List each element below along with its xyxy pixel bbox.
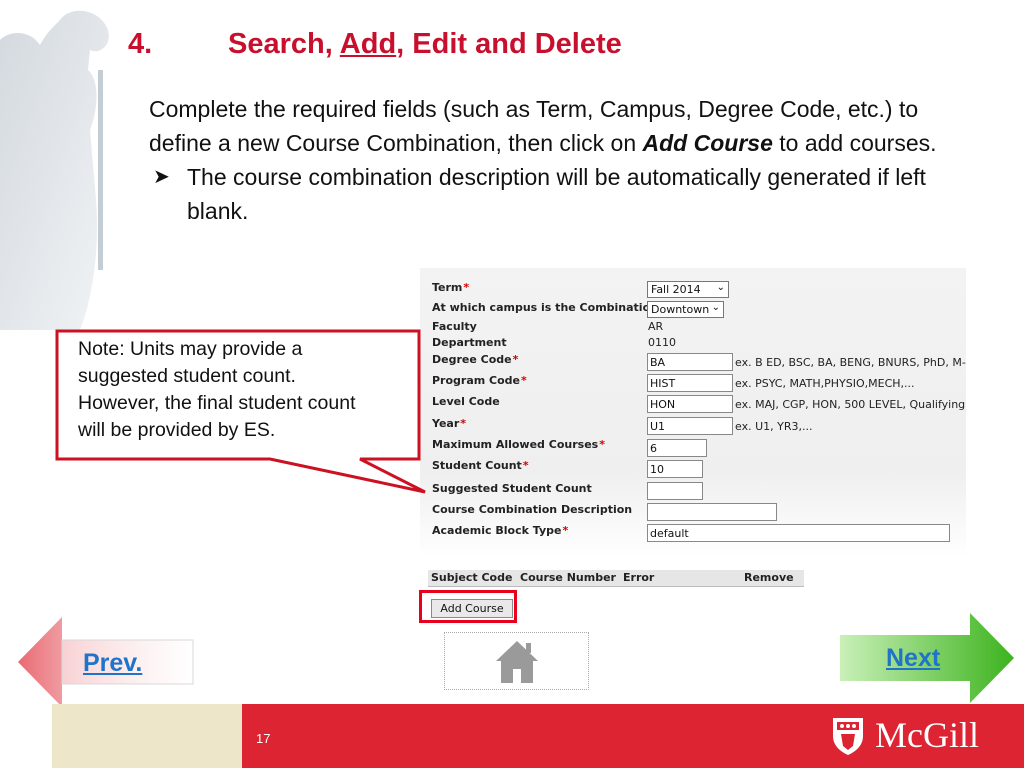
chevron-down-icon: ⌄ [711,302,720,313]
campus-label: At which campus is the Combination?* [432,301,671,314]
note-text: Note: Units may provide a suggested stud… [78,336,413,444]
year-example: ex. U1, YR3,... [735,420,813,433]
term-select[interactable]: Fall 2014 ⌄ [647,281,729,298]
statue-decoration [0,10,109,330]
block-type-label: Academic Block Type* [432,524,569,537]
col-remove: Remove [744,571,794,584]
next-link[interactable]: Next [886,644,940,673]
level-code-example: ex. MAJ, CGP, HON, 500 LEVEL, Qualifying… [735,398,966,411]
note-line: Note: Units may provide a [78,338,303,360]
block-type-input[interactable]: default [647,524,950,542]
col-course-number: Course Number [520,571,616,584]
instructions: Complete the required fields (such as Te… [149,92,979,228]
add-course-button[interactable]: Add Course [431,599,513,618]
add-course-highlight: Add Course [419,590,517,623]
level-code-input[interactable]: HON [647,395,733,413]
bullet-text: The course combination description will … [187,164,926,224]
description-label: Course Combination Description [432,503,633,516]
suggested-count-label: Suggested Student Count [432,482,592,495]
bullet-item: ➤ The course combination description wil… [149,160,979,228]
faculty-value: AR [648,320,664,333]
program-code-example: ex. PSYC, MATH,PHYSIO,MECH,... [735,377,915,390]
program-code-input[interactable]: HIST [647,374,733,392]
student-count-input[interactable]: 10 [647,460,703,478]
add-course-emphasis: Add Course [642,130,773,156]
course-table-header: Subject Code Course Number Error Remove [428,570,804,587]
instruction-line-end: to add courses. [772,130,937,156]
note-line: suggested student count. [78,365,296,387]
max-courses-input[interactable]: 6 [647,439,707,457]
prev-link[interactable]: Prev. [83,649,142,678]
suggested-count-input[interactable] [647,482,703,500]
col-error: Error [623,571,655,584]
year-label: Year* [432,417,467,430]
home-icon [496,641,538,683]
mcgill-crest-icon [833,718,863,755]
note-line: will be provided by ES. [78,419,276,441]
degree-code-label: Degree Code* [432,353,519,366]
term-label: Term* [432,281,470,294]
col-subject-code: Subject Code [431,571,513,584]
campus-select[interactable]: Downtown ⌄ [647,301,724,318]
max-courses-label: Maximum Allowed Courses* [432,438,605,451]
heading-text-after: , Edit and Delete [396,28,622,60]
mcgill-wordmark: McGill [875,715,979,755]
heading-number: 4. [128,28,153,60]
faculty-label: Faculty [432,320,477,333]
student-count-label: Student Count* [432,459,529,472]
home-button[interactable] [444,632,589,690]
degree-code-input[interactable]: BA [647,353,733,371]
heading-text-before: Search, [228,28,340,60]
level-code-label: Level Code [432,395,500,408]
heading-text-add: Add [339,28,397,60]
slide-heading: 4. Search, Add, Edit and Delete [128,28,622,61]
footer-left-panel [52,704,242,768]
page-number: 17 [256,731,271,746]
description-input[interactable] [647,503,777,521]
department-value: 0110 [648,336,676,349]
note-line: However, the final student count [78,392,356,414]
arrow-bullet-icon: ➤ [153,166,170,188]
instruction-paragraph: Complete the required fields (such as Te… [149,92,979,160]
program-code-label: Program Code* [432,374,527,387]
chevron-down-icon: ⌄ [716,282,725,293]
degree-code-example: ex. B ED, BSC, BA, BENG, BNURS, PhD, M-E [735,356,966,369]
year-input[interactable]: U1 [647,417,733,435]
department-label: Department [432,336,507,349]
